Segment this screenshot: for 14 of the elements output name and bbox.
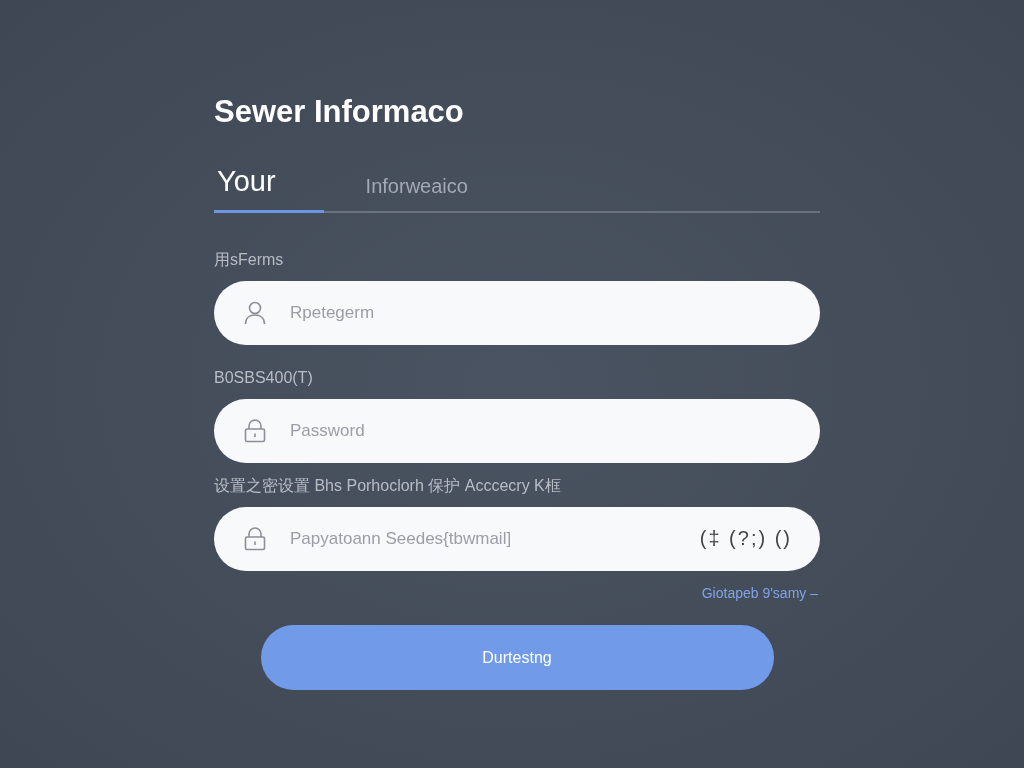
field-label: 用sFerms bbox=[214, 250, 285, 270]
field-label: B0SBS400(T) bbox=[214, 368, 314, 388]
input-field[interactable]: Rpetegerm bbox=[214, 281, 820, 345]
submit-button[interactable]: Durtestng bbox=[260, 625, 774, 690]
form-title: Sewer Informaco bbox=[214, 93, 465, 131]
link[interactable]: Giotapeb 9'samy – bbox=[701, 585, 818, 601]
lock-icon bbox=[244, 527, 266, 551]
tab[interactable]: Your bbox=[214, 165, 324, 213]
lock-icon bbox=[244, 419, 266, 443]
field-suffix: (‡ (?;) () bbox=[699, 527, 792, 550]
user-icon bbox=[244, 301, 266, 325]
field-label: 设置之密设置 Bhs Porhoclorh 保护 Acccecry K框 bbox=[214, 476, 562, 496]
input-field[interactable]: Password bbox=[214, 399, 820, 463]
tab[interactable]: Inforweaico bbox=[365, 175, 468, 213]
